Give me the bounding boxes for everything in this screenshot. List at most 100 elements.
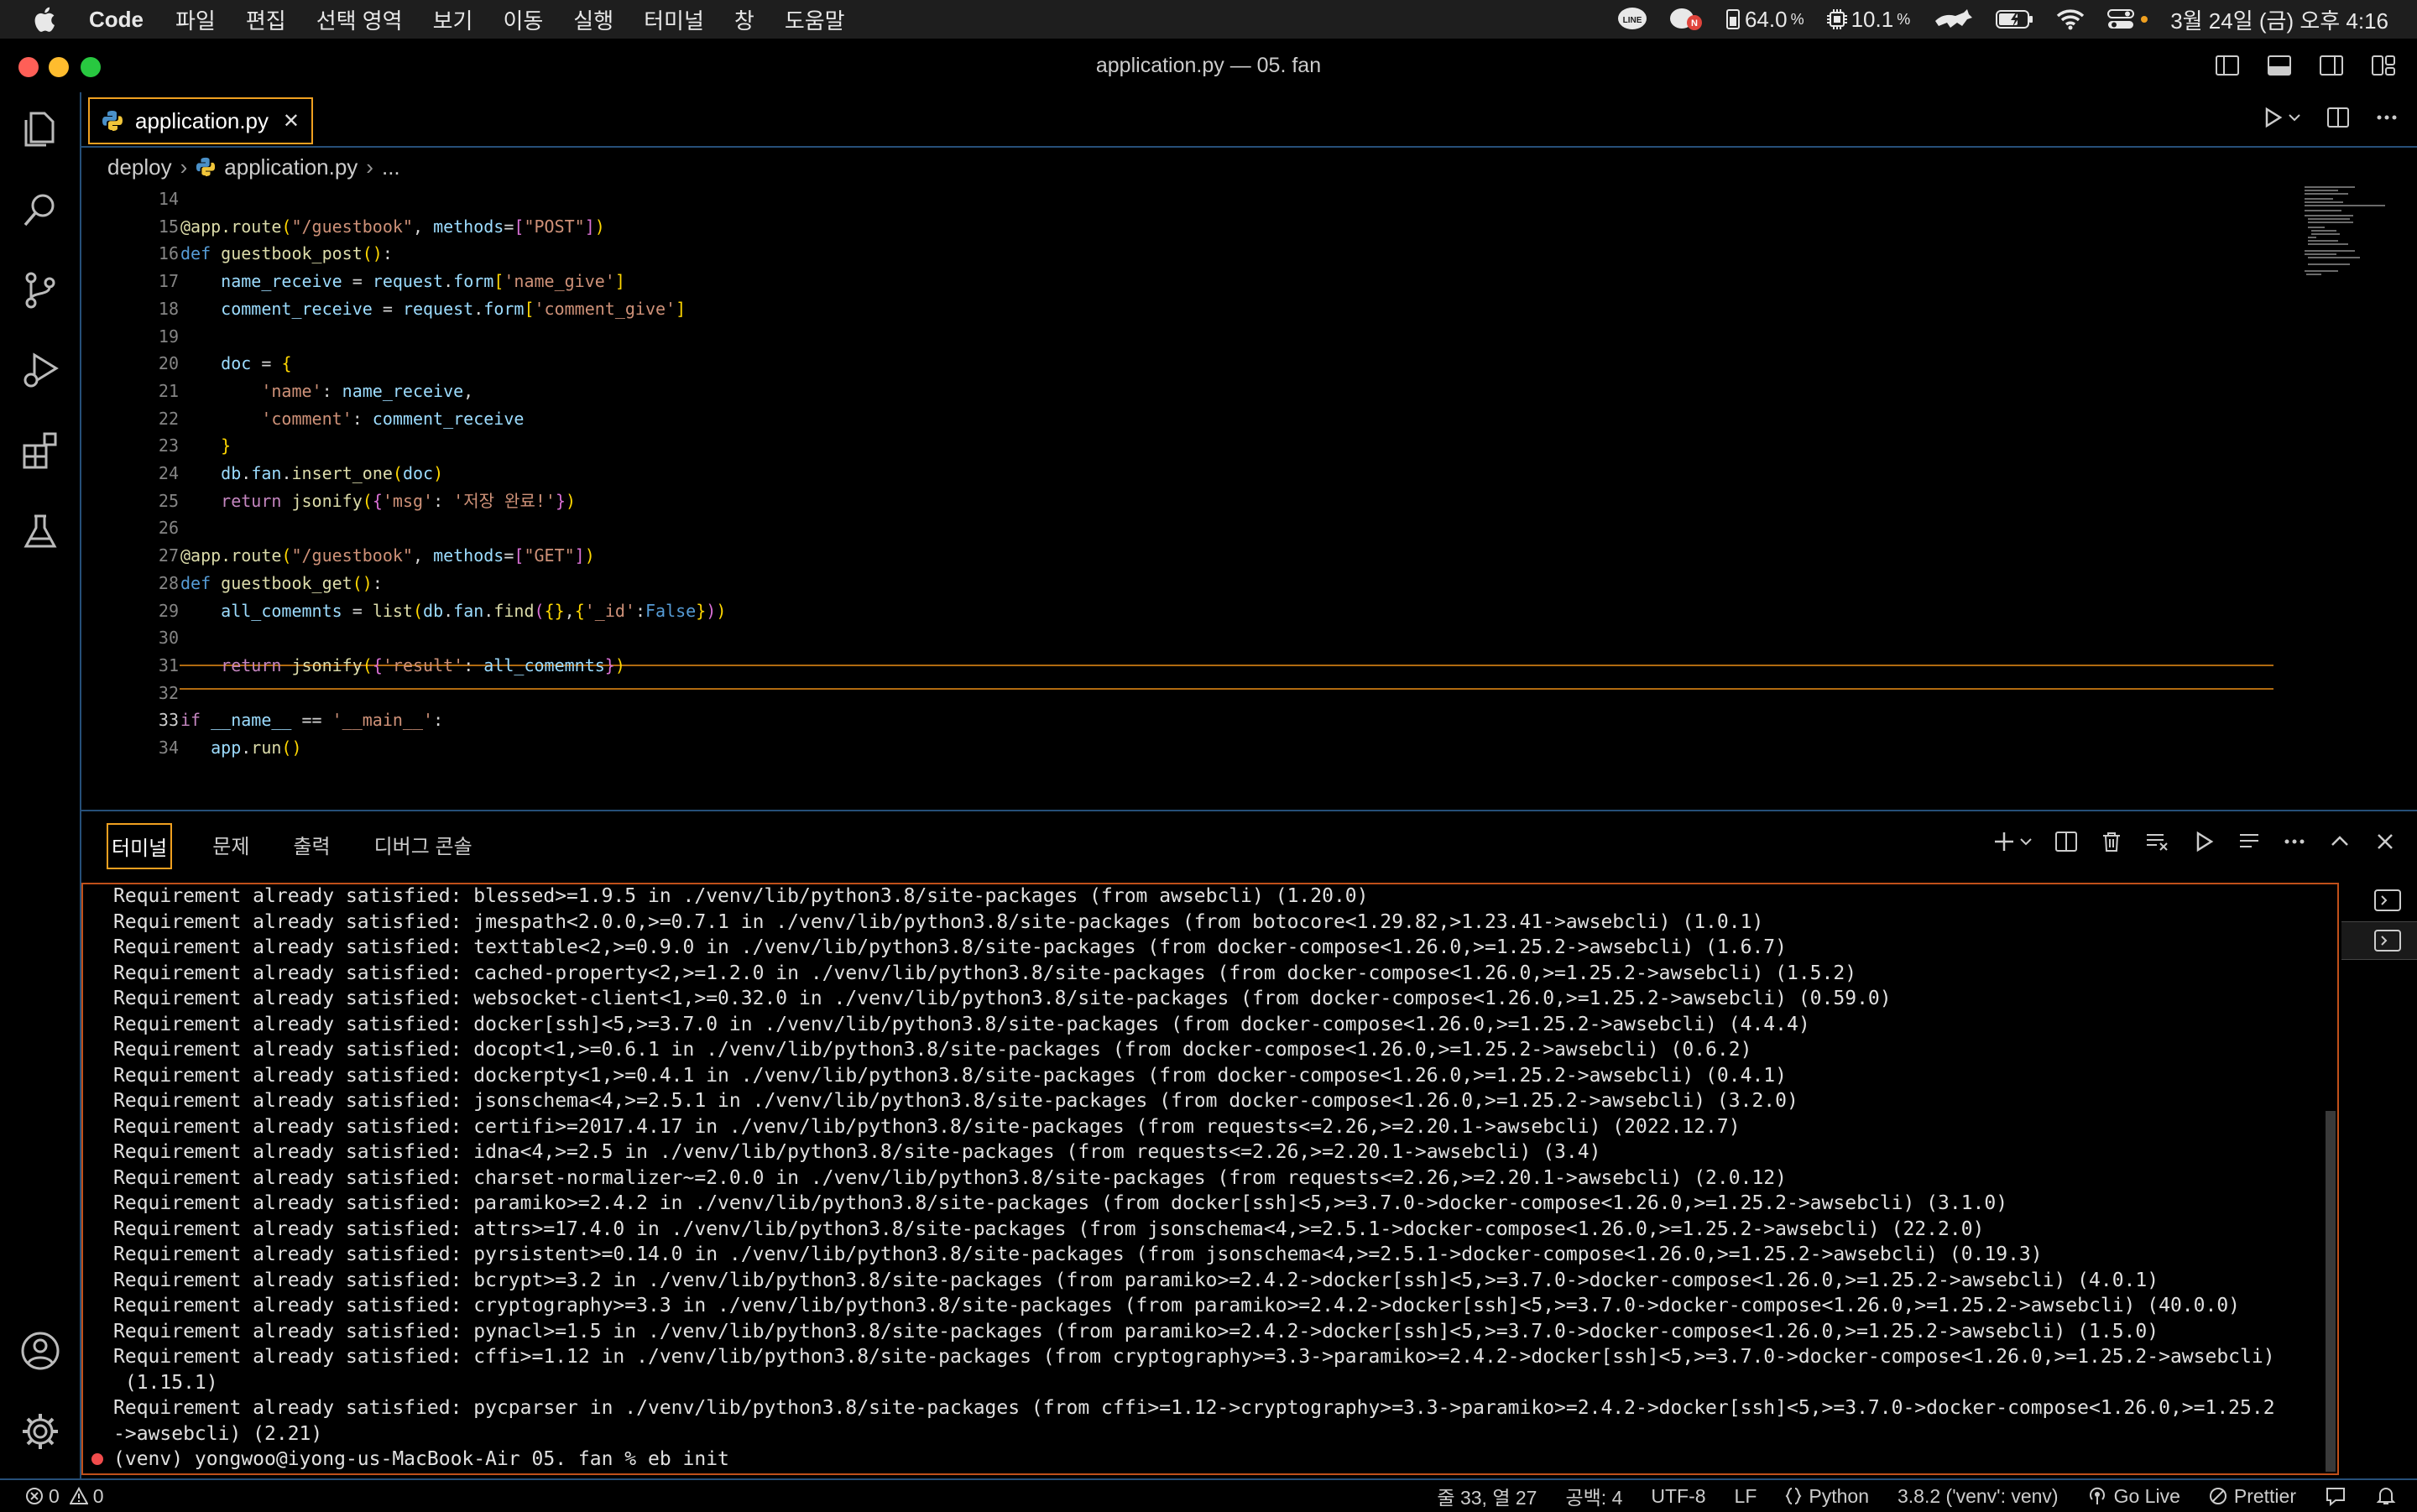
terminal-instance-1-icon[interactable] (2373, 888, 2402, 913)
control-center-icon[interactable] (2106, 8, 2148, 31)
tab-debug-console[interactable]: 디버그 콘솔 (371, 823, 476, 869)
run-task-icon[interactable] (2192, 830, 2216, 853)
source-control-icon[interactable] (18, 269, 62, 312)
error-count: 0 (49, 1484, 60, 1507)
extensions-icon[interactable] (18, 430, 62, 473)
command-failed-marker-icon[interactable] (91, 1453, 103, 1465)
trash-icon[interactable] (2100, 830, 2123, 853)
line-number: 28 (158, 573, 179, 593)
error-icon (26, 1488, 43, 1504)
line-number: 23 (158, 435, 179, 456)
battery-icon[interactable] (1996, 9, 2034, 29)
toggle-panel-icon[interactable] (2266, 52, 2293, 79)
menu-terminal[interactable]: 터미널 (644, 4, 704, 35)
cpu-monitor-icon[interactable]: 64.0% (1725, 7, 1804, 33)
notification-app-icon[interactable]: N (1669, 6, 1703, 33)
maximize-panel-icon[interactable] (2328, 830, 2352, 853)
clear-terminal-icon[interactable] (2145, 830, 2170, 853)
terminal-line: Requirement already satisfied: pynacl>=1… (113, 1321, 2159, 1343)
line-app-icon[interactable]: LINE (1617, 7, 1647, 32)
close-panel-icon[interactable] (2373, 830, 2397, 853)
breadcrumb-folder[interactable]: deploy (107, 154, 172, 180)
explorer-icon[interactable] (18, 107, 62, 151)
settings-gear-icon[interactable] (18, 1410, 62, 1453)
customize-layout-icon[interactable] (2370, 52, 2397, 79)
run-debug-icon[interactable] (18, 349, 62, 393)
indentation-spaces[interactable]: 공백: 4 (1565, 1482, 1622, 1510)
testing-flask-icon[interactable] (18, 510, 62, 554)
panel-tabs: 터미널 문제 출력 디버그 콘솔 (107, 823, 476, 869)
split-editor-icon[interactable] (2326, 106, 2350, 129)
problems-indicator[interactable]: 0 0 (25, 1485, 104, 1508)
line-code: all_comemnts = list(db.fan.find({},{'_id… (221, 601, 727, 621)
tab-terminal[interactable]: 터미널 (107, 823, 173, 869)
file-encoding[interactable]: UTF-8 (1651, 1485, 1705, 1508)
cursor-position[interactable]: 줄 33, 열 27 (1437, 1482, 1537, 1510)
tab-close-icon[interactable]: ✕ (283, 109, 300, 133)
cpu-usage-value: 64.0 (1744, 6, 1788, 32)
python-interpreter[interactable]: 3.8.2 ('venv': venv) (1898, 1485, 2059, 1508)
runcat-icon[interactable] (1932, 8, 1974, 31)
breadcrumb-file[interactable]: application.py (224, 154, 358, 180)
more-actions-icon[interactable] (2375, 106, 2399, 129)
word-wrap-icon[interactable] (2237, 830, 2261, 853)
mem-usage-unit: % (1897, 10, 1911, 28)
terminal-line: Requirement already satisfied: bcrypt>=3… (113, 1270, 2159, 1291)
go-live-button[interactable]: Go Live (2087, 1485, 2180, 1508)
macos-menubar: Code 파일 편집 선택 영역 보기 이동 실행 터미널 창 도움말 LINE… (0, 0, 2417, 39)
tab-output[interactable]: 출력 (290, 823, 333, 869)
toggle-primary-sidebar-icon[interactable] (2214, 52, 2241, 79)
code-editor[interactable]: 14 15 @app.route("/guestbook", methods=["P… (81, 185, 2417, 810)
warning-icon (69, 1487, 88, 1504)
feedback-icon[interactable] (2325, 1485, 2347, 1507)
tab-application-py[interactable]: application.py ✕ (88, 97, 313, 144)
terminal-scrollbar[interactable] (2326, 1111, 2336, 1472)
tab-problems[interactable]: 문제 (209, 823, 253, 869)
toggle-secondary-sidebar-icon[interactable] (2318, 52, 2345, 79)
menu-help[interactable]: 도움말 (785, 4, 845, 35)
line-code: 'comment': comment_receive (261, 409, 525, 429)
apple-menu-icon[interactable] (30, 5, 57, 34)
line-code: db.fan.insert_one(doc) (221, 463, 444, 483)
menu-edit[interactable]: 편집 (246, 4, 286, 35)
line-number: 24 (158, 463, 179, 483)
chevron-down-icon[interactable] (2019, 837, 2033, 847)
terminal-line: Requirement already satisfied: blessed>=… (113, 885, 1369, 907)
window-titlebar: application.py — 05. fan (0, 39, 2417, 93)
terminal-instance-2[interactable] (2341, 921, 2417, 960)
menu-view[interactable]: 보기 (433, 4, 473, 35)
chevron-down-icon[interactable] (2288, 112, 2301, 123)
menu-file[interactable]: 파일 (175, 4, 216, 35)
wifi-icon[interactable] (2056, 8, 2085, 30)
terminal-line: zsh: /Users/yongwoo/Documents/Coding stu… (113, 1473, 1926, 1475)
line-number: 30 (158, 628, 179, 648)
run-python-file-button[interactable] (2263, 107, 2301, 128)
prettier-button[interactable]: Prettier (2209, 1485, 2296, 1508)
chevron-right-icon: › (366, 154, 373, 180)
prettier-label: Prettier (2233, 1484, 2296, 1507)
menu-run[interactable]: 실행 (573, 4, 613, 35)
minimap[interactable] (2305, 185, 2385, 302)
language-mode[interactable]: Python (1785, 1485, 1869, 1508)
accounts-icon[interactable] (18, 1329, 62, 1373)
menubar-clock[interactable]: 3월 24일 (금) 오후 4:16 (2170, 4, 2388, 35)
end-of-line[interactable]: LF (1735, 1485, 1757, 1508)
line-code: def guestbook_get(): (180, 573, 383, 593)
plus-icon (1995, 832, 2013, 851)
tab-label: application.py (135, 107, 269, 133)
panel-more-actions-icon[interactable] (2283, 830, 2306, 853)
menu-selection[interactable]: 선택 영역 (316, 4, 403, 35)
memory-monitor-icon[interactable]: 10.1% (1826, 7, 1911, 33)
menu-window[interactable]: 창 (734, 4, 754, 35)
search-icon[interactable] (18, 188, 62, 232)
split-terminal-icon[interactable] (2054, 830, 2078, 853)
app-menu-code[interactable]: Code (89, 7, 144, 33)
terminal-output[interactable]: Requirement already satisfied: blessed>=… (81, 883, 2339, 1475)
breadcrumb-symbol[interactable]: ... (382, 154, 400, 180)
new-terminal-button[interactable] (1992, 830, 2033, 853)
line-code: comment_receive = request.form['comment_… (221, 299, 686, 319)
line-number: 25 (158, 491, 179, 511)
line-number: 18 (158, 299, 179, 319)
notifications-bell-icon[interactable] (2375, 1485, 2397, 1507)
menu-go[interactable]: 이동 (503, 4, 543, 35)
